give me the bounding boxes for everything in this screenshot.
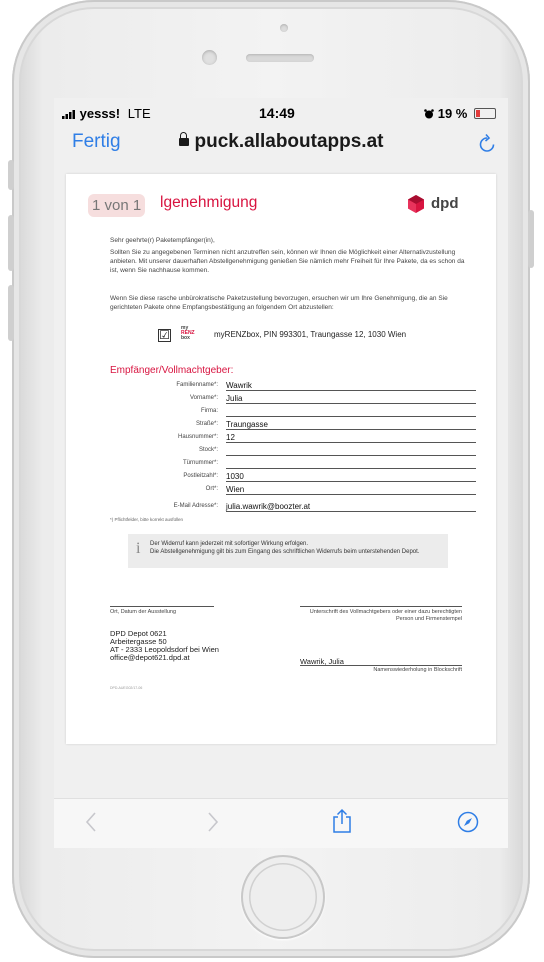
signal-icon <box>62 110 75 119</box>
form-row-familienname: Familienname*: Wawrik <box>110 381 476 391</box>
form-row-tuernummer: Türnummer*: <box>110 459 476 469</box>
signer-caption: Namenswiederholung in Blockschrift <box>300 665 462 673</box>
earpiece-speaker <box>246 54 314 62</box>
share-icon[interactable] <box>332 808 352 834</box>
form-row-postleitzahl: Postleitzahl*: 1030 <box>110 472 476 482</box>
myrenz-logo-line3: box <box>181 335 190 341</box>
field-value[interactable]: julia.wawrik@boozter.at <box>226 502 310 511</box>
place-date-caption: Ort, Datum der Ausstellung <box>110 606 214 615</box>
document-title: lgenehmigung <box>160 194 258 211</box>
battery-status: 19 % <box>424 106 496 121</box>
mute-switch <box>8 160 14 190</box>
greeting: Sehr geehrte(r) Paketempfänger(in), <box>110 237 215 244</box>
status-bar: yesss! LTE 14:49 19 % <box>54 98 508 128</box>
field-label: Vorname*: <box>189 395 218 401</box>
home-button[interactable] <box>241 855 325 939</box>
field-label: Türnummer*: <box>182 460 218 466</box>
pdf-page: 1 von 1 lgenehmigung dpd Sehr geehrte(r)… <box>66 174 496 744</box>
volume-up-button <box>8 215 14 271</box>
field-label: Firma: <box>201 408 218 414</box>
browser-toolbar <box>54 798 508 848</box>
volume-down-button <box>8 285 14 341</box>
compass-icon[interactable] <box>457 811 479 833</box>
clock: 14:49 <box>259 105 295 121</box>
alarm-icon <box>424 109 434 119</box>
page-indicator: 1 von 1 <box>88 194 146 217</box>
info-line-1: Der Widerruf kann jederzeit mit sofortig… <box>150 541 309 547</box>
dpd-brand: dpd <box>431 195 459 212</box>
chevron-left-icon[interactable] <box>84 811 98 833</box>
info-text: Der Widerruf kann jederzeit mit sofortig… <box>150 541 450 556</box>
form-row-vorname: Vorname*: Julia <box>110 394 476 404</box>
myrenz-logo: my RENZ box <box>181 326 195 341</box>
field-label: Straße*: <box>195 421 218 427</box>
location-checkbox[interactable]: ☑ <box>158 329 171 342</box>
url-text: puck.allaboutapps.at <box>194 131 384 152</box>
battery-icon <box>474 108 496 119</box>
carrier-info: yesss! LTE <box>62 106 151 121</box>
form-row-ort: Ort*: Wien <box>110 485 476 495</box>
required-hint: *) Pflichtfelder, bitte korrekt ausfülle… <box>110 517 184 522</box>
form-row-email: E-Mail Adresse*: julia.wawrik@boozter.at <box>110 502 476 512</box>
form-row-strasse: Straße*: Traungasse <box>110 420 476 430</box>
chevron-right-icon[interactable] <box>206 811 220 833</box>
dpd-logo-icon <box>408 195 424 213</box>
front-camera <box>202 50 217 65</box>
field-value[interactable]: 12 <box>226 433 235 442</box>
info-line-2: Die Abstellgenehmigung gilt bis zum Eing… <box>150 548 420 555</box>
section-title: Empfänger/Vollmachtgeber: <box>110 365 234 376</box>
depot-line: office@depot621.dpd.at <box>110 653 190 662</box>
carrier-name: yesss! <box>79 106 121 121</box>
form-footnote: DPD-AUEG02/17-06 <box>110 686 143 690</box>
signature-caption: Unterschrift des Vollmachtgebers oder ei… <box>300 606 462 623</box>
power-button <box>528 210 534 268</box>
field-value[interactable]: Julia <box>226 394 242 403</box>
field-label: Postleitzahl*: <box>183 473 218 479</box>
field-value[interactable]: 1030 <box>226 472 244 481</box>
url-bar[interactable]: puck.allaboutapps.at <box>54 131 508 153</box>
request-text: Wenn Sie diese rasche unbürokratische Pa… <box>110 295 448 311</box>
reload-icon[interactable] <box>478 133 496 153</box>
field-label: E-Mail Adresse*: <box>173 503 218 509</box>
field-label: Hausnummer*: <box>177 434 218 440</box>
info-icon: i <box>136 540 141 557</box>
lock-icon <box>178 132 189 146</box>
intro-text: Sollten Sie zu angegebenen Terminen nich… <box>110 249 465 274</box>
form-row-stock: Stock*: <box>110 446 476 456</box>
field-label: Stock*: <box>198 447 218 453</box>
field-label: Familienname*: <box>176 382 218 388</box>
screen: yesss! LTE 14:49 19 % Fertig puck.allabo… <box>54 98 508 848</box>
field-value[interactable]: Wien <box>226 485 244 494</box>
proximity-sensor <box>280 24 288 32</box>
battery-percent: 19 % <box>437 106 468 121</box>
field-value[interactable]: Wawrik <box>226 381 252 390</box>
form-row-hausnummer: Hausnummer*: 12 <box>110 433 476 443</box>
depot-address: DPD Depot 0621 Arbeitergasse 50 AT - 233… <box>110 630 219 662</box>
field-value[interactable]: Traungasse <box>226 420 268 429</box>
form-row-firma: Firma: <box>110 407 476 417</box>
info-box: i Der Widerruf kann jederzeit mit sofort… <box>128 534 448 568</box>
network-type: LTE <box>127 106 151 121</box>
location-option-label: myRENZbox, PIN 993301, Traungasse 12, 10… <box>214 330 407 339</box>
field-label: Ort*: <box>205 486 218 492</box>
browser-nav-bar: Fertig puck.allaboutapps.at <box>54 128 508 168</box>
